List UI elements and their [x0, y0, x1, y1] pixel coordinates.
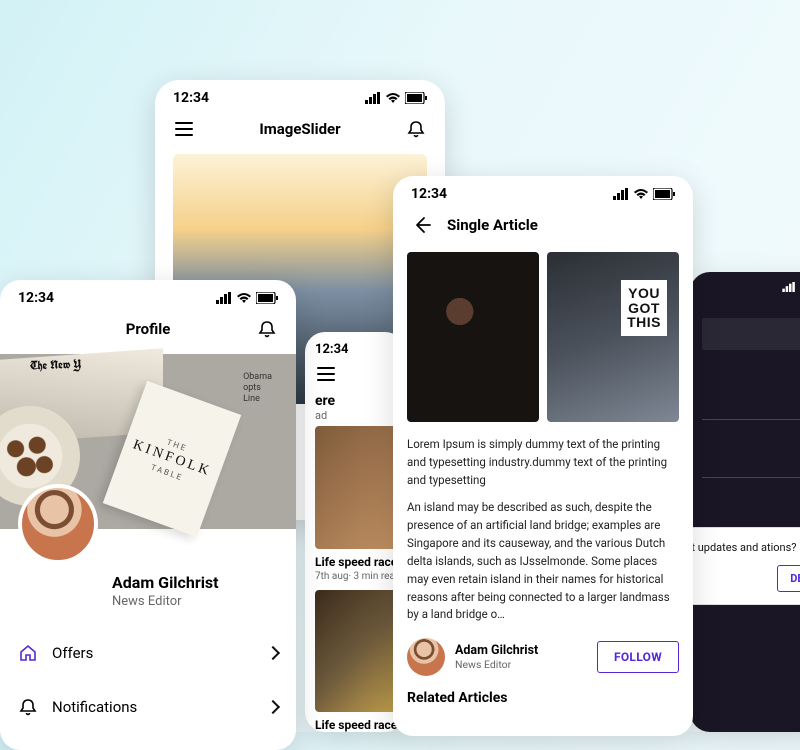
article-images	[393, 250, 693, 424]
partial-sub: ad	[305, 409, 405, 422]
menu-icon[interactable]	[315, 363, 337, 385]
wifi-icon	[385, 92, 401, 104]
statusbar: 12:34	[155, 80, 445, 112]
chevron-right-icon	[266, 700, 280, 714]
menu-label: Offers	[52, 644, 254, 662]
screen-title: ImageSlider	[259, 120, 340, 138]
statusbar-time: 12:34	[411, 186, 447, 202]
battery-icon	[405, 92, 427, 104]
menu-item-notifications[interactable]: Notifications	[18, 680, 278, 734]
related-heading: Related Articles	[393, 686, 693, 710]
profile-menu: Offers Notifications	[0, 619, 296, 742]
permission-popup: s get updates and ations? DENY	[690, 527, 800, 605]
phone-dark-partial: s get updates and ations? DENY 1	[690, 272, 800, 732]
statusbar: 12:34	[0, 280, 296, 312]
dark-field-1[interactable]	[702, 318, 800, 350]
article-image-2[interactable]	[547, 252, 679, 422]
topbar	[305, 361, 405, 393]
follow-button[interactable]: FOLLOW	[597, 641, 679, 673]
topbar: ImageSlider	[155, 112, 445, 154]
card-image-2[interactable]	[315, 590, 405, 713]
dark-field-3[interactable]	[702, 448, 800, 478]
wifi-icon	[236, 292, 252, 304]
partial-heading: ere	[305, 393, 405, 409]
signal-icon	[365, 92, 381, 104]
statusbar-icons	[216, 292, 278, 304]
statusbar: 12:34	[305, 332, 405, 361]
article-image-1[interactable]	[407, 252, 539, 422]
statusbar-icons	[613, 188, 675, 200]
card-meta-1: 7th aug· 3 min rea	[315, 571, 405, 582]
hero-newspaper-text: The New Y	[30, 357, 82, 374]
topbar: Single Article	[393, 208, 693, 250]
screen-title: Single Article	[447, 216, 538, 234]
article-paragraph-1: Lorem Ipsum is simply dummy text of the …	[407, 436, 679, 489]
article-paragraph-2: An island may be described as such, desp…	[407, 499, 679, 624]
author-info: Adam Gilchrist News Editor	[455, 643, 587, 671]
card-image-1[interactable]	[315, 426, 405, 549]
deny-button[interactable]: DENY	[777, 565, 800, 592]
battery-icon	[653, 188, 675, 200]
user-role: News Editor	[112, 594, 278, 609]
card-title-2[interactable]: Life speed race	[315, 718, 405, 732]
screen-title: Profile	[126, 320, 171, 338]
statusbar-time: 12:34	[315, 342, 349, 357]
statusbar-time: 12:34	[18, 290, 54, 306]
phone-list-partial: 12:34 ere ad Life speed race 7th aug· 3 …	[305, 332, 405, 732]
dark-field-2[interactable]	[702, 390, 800, 420]
battery-icon	[256, 292, 278, 304]
avatar[interactable]	[18, 484, 98, 564]
hero-tag: Obama opts Line	[243, 372, 272, 404]
signal-icon	[216, 292, 232, 304]
phone-profile: 12:34 Profile The New Y Obama opts Line …	[0, 280, 296, 750]
menu-item-offers[interactable]: Offers	[18, 627, 278, 680]
statusbar-icons	[365, 92, 427, 104]
home-icon	[18, 643, 38, 663]
statusbar-icons	[782, 282, 800, 292]
topbar: Profile	[0, 312, 296, 354]
hero-book: THE KINFOLK TABLE	[103, 381, 241, 537]
wifi-icon	[633, 188, 649, 200]
notifications-icon[interactable]	[256, 318, 278, 340]
chevron-right-icon	[266, 646, 280, 660]
user-name: Adam Gilchrist	[112, 573, 278, 592]
menu-icon[interactable]	[173, 118, 195, 140]
article-author: Adam Gilchrist News Editor FOLLOW	[393, 628, 693, 686]
bell-icon	[18, 697, 38, 717]
article-body: Lorem Ipsum is simply dummy text of the …	[393, 424, 693, 628]
back-icon[interactable]	[411, 214, 433, 236]
signal-icon	[782, 282, 796, 292]
phone-article: 12:34 Single Article Lorem Ipsum is simp…	[393, 176, 693, 736]
author-role: News Editor	[455, 658, 587, 671]
card-title-1[interactable]: Life speed race	[315, 555, 405, 569]
statusbar	[690, 272, 800, 298]
notifications-icon[interactable]	[405, 118, 427, 140]
statusbar-time: 12:34	[173, 90, 209, 106]
signal-icon	[613, 188, 629, 200]
popup-message: s get updates and ations?	[690, 540, 800, 555]
author-name: Adam Gilchrist	[455, 643, 587, 658]
menu-label: Notifications	[52, 698, 254, 716]
avatar[interactable]	[407, 638, 445, 676]
profile-hero: The New Y Obama opts Line THE KINFOLK TA…	[0, 354, 296, 529]
statusbar: 12:34	[393, 176, 693, 208]
